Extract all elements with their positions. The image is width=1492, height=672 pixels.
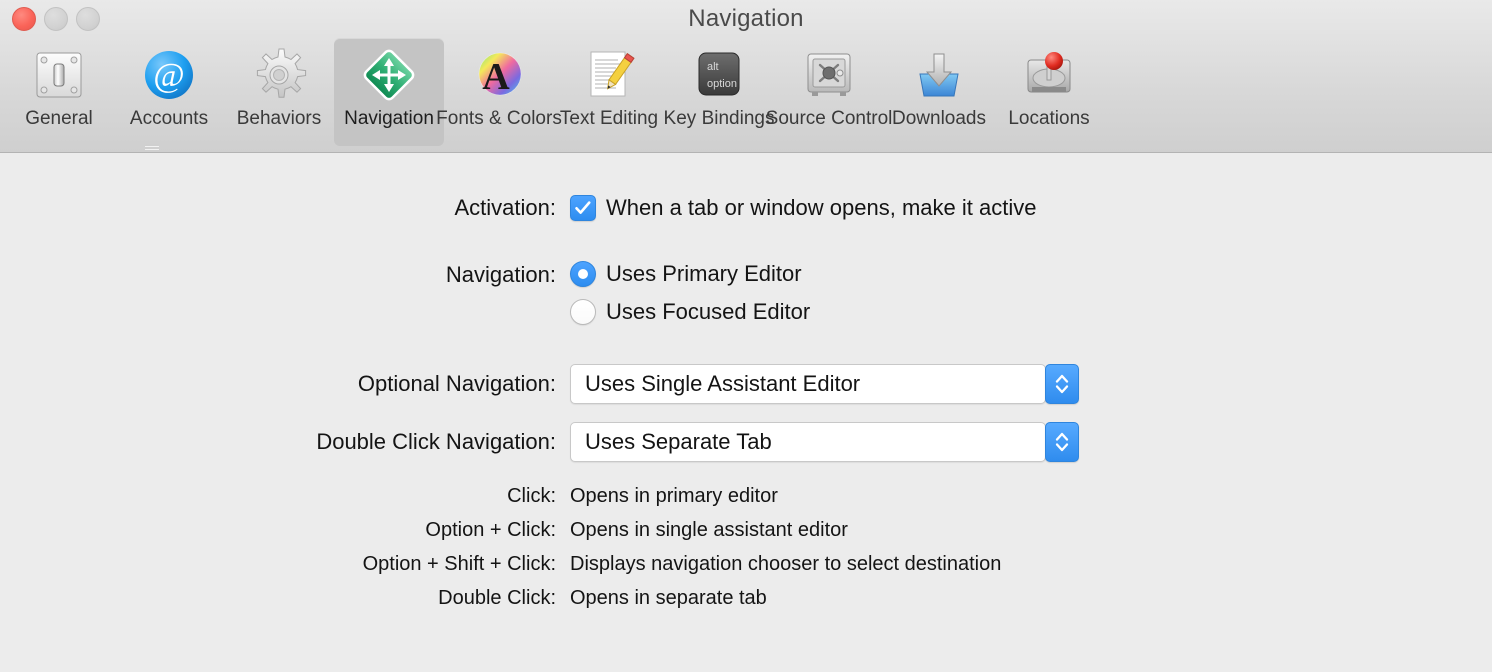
preferences-content: Activation: When a tab or window opens, …	[0, 153, 1492, 672]
shortcut-summary-table: Click: Opens in primary editor Option + …	[0, 485, 1492, 621]
double-click-navigation-popup[interactable]: Uses Separate Tab	[570, 422, 1079, 462]
summary-key: Option + Shift + Click:	[362, 553, 556, 575]
checkmark-icon	[575, 201, 591, 214]
toolbar-label-key-bindings: Key Bindings	[663, 108, 775, 129]
activation-label: Activation:	[454, 195, 557, 220]
svg-text:@: @	[153, 57, 184, 94]
svg-text:alt: alt	[707, 61, 719, 73]
toolbar-label-downloads: Downloads	[892, 108, 986, 129]
titlebar-toolbar: Navigation General @ Accounts Behaviors …	[0, 0, 1492, 153]
activation-checkbox[interactable]	[570, 195, 596, 221]
toolbar-item-general[interactable]: General	[4, 38, 114, 146]
summary-value: Displays navigation chooser to select de…	[570, 553, 1002, 575]
summary-row: Option + Click: Opens in single assistan…	[0, 519, 1492, 553]
preferences-window: Navigation General @ Accounts Behaviors …	[0, 0, 1492, 672]
toolbar-item-key-bindings[interactable]: alt option Key Bindings	[664, 38, 774, 146]
download-arrow-icon	[908, 44, 970, 106]
alt-option-key-icon: alt option	[688, 44, 750, 106]
safe-vault-icon	[798, 44, 860, 106]
summary-value: Opens in single assistant editor	[570, 519, 848, 541]
toolbar-label-navigation: Navigation	[344, 108, 434, 129]
double-click-navigation-label: Double Click Navigation:	[316, 429, 556, 454]
at-sign-icon: @	[138, 44, 200, 106]
toolbar-item-locations[interactable]: Locations	[994, 38, 1104, 146]
toolbar-label-general: General	[25, 108, 93, 129]
radio-label-primary-editor[interactable]: Uses Primary Editor	[606, 261, 802, 287]
summary-row: Option + Shift + Click: Displays navigat…	[0, 553, 1492, 587]
summary-value: Opens in separate tab	[570, 587, 767, 609]
navigation-row: Navigation: Uses Primary Editor Uses Foc…	[0, 261, 810, 325]
activation-checkbox-label[interactable]: When a tab or window opens, make it acti…	[606, 195, 1036, 221]
toolbar-item-text-editing[interactable]: Text Editing	[554, 38, 664, 146]
toolbar-item-behaviors[interactable]: Behaviors	[224, 38, 334, 146]
summary-key: Click:	[507, 485, 556, 507]
svg-text:A: A	[482, 56, 510, 98]
hard-drive-pin-icon	[1018, 44, 1080, 106]
chevron-up-down-icon[interactable]	[1045, 422, 1079, 462]
toolbar-label-accounts: Accounts	[129, 108, 209, 129]
document-pencil-icon	[578, 44, 640, 106]
toolbar-item-accounts[interactable]: @ Accounts	[114, 38, 224, 146]
navigation-radio-group: Uses Primary Editor Uses Focused Editor	[570, 261, 810, 325]
radio-button-focused-editor[interactable]	[570, 299, 596, 325]
radio-label-focused-editor[interactable]: Uses Focused Editor	[606, 299, 810, 325]
window-title: Navigation	[688, 5, 804, 32]
summary-row: Double Click: Opens in separate tab	[0, 587, 1492, 621]
toolbar-item-navigation[interactable]: Navigation	[334, 38, 444, 146]
gear-icon	[248, 44, 310, 106]
summary-key: Option + Click:	[425, 519, 556, 541]
navigation-label: Navigation:	[445, 262, 556, 287]
toolbar-label-source-control: Source Control	[765, 108, 893, 129]
toolbar-item-source-control[interactable]: Source Control	[766, 38, 892, 146]
radio-button-primary-editor[interactable]	[570, 261, 596, 287]
chevron-up-down-icon[interactable]	[1045, 364, 1079, 404]
summary-value: Opens in primary editor	[570, 485, 778, 507]
toolbar-label-behaviors: Behaviors	[236, 108, 322, 129]
radio-option-primary-editor[interactable]: Uses Primary Editor	[570, 261, 810, 287]
move-arrows-diamond-icon	[358, 44, 420, 106]
light-switch-icon	[28, 44, 90, 106]
toolbar-label-text-editing: Text Editing	[559, 108, 659, 129]
optional-navigation-value: Uses Single Assistant Editor	[585, 371, 861, 396]
toolbar-item-fonts-colors[interactable]: A Fonts & Colors	[436, 38, 562, 146]
activation-row: Activation: When a tab or window opens, …	[0, 195, 1036, 221]
preferences-toolbar: General @ Accounts Behaviors Navigation …	[0, 38, 1492, 148]
summary-row: Click: Opens in primary editor	[0, 485, 1492, 519]
double-click-navigation-value: Uses Separate Tab	[585, 429, 772, 454]
summary-key: Double Click:	[438, 587, 556, 609]
optional-navigation-popup[interactable]: Uses Single Assistant Editor	[570, 364, 1079, 404]
optional-navigation-label: Optional Navigation:	[357, 371, 556, 396]
optional-navigation-row: Optional Navigation: Uses Single Assista…	[0, 364, 1079, 404]
toolbar-grip-indicator	[145, 144, 159, 151]
color-wheel-letter-a-icon: A	[468, 44, 530, 106]
toolbar-label-locations: Locations	[1008, 108, 1090, 129]
double-click-navigation-row: Double Click Navigation: Uses Separate T…	[0, 422, 1079, 462]
radio-option-focused-editor[interactable]: Uses Focused Editor	[570, 299, 810, 325]
svg-text:option: option	[707, 78, 737, 90]
toolbar-label-fonts-colors: Fonts & Colors	[436, 108, 562, 129]
toolbar-item-downloads[interactable]: Downloads	[884, 38, 994, 146]
